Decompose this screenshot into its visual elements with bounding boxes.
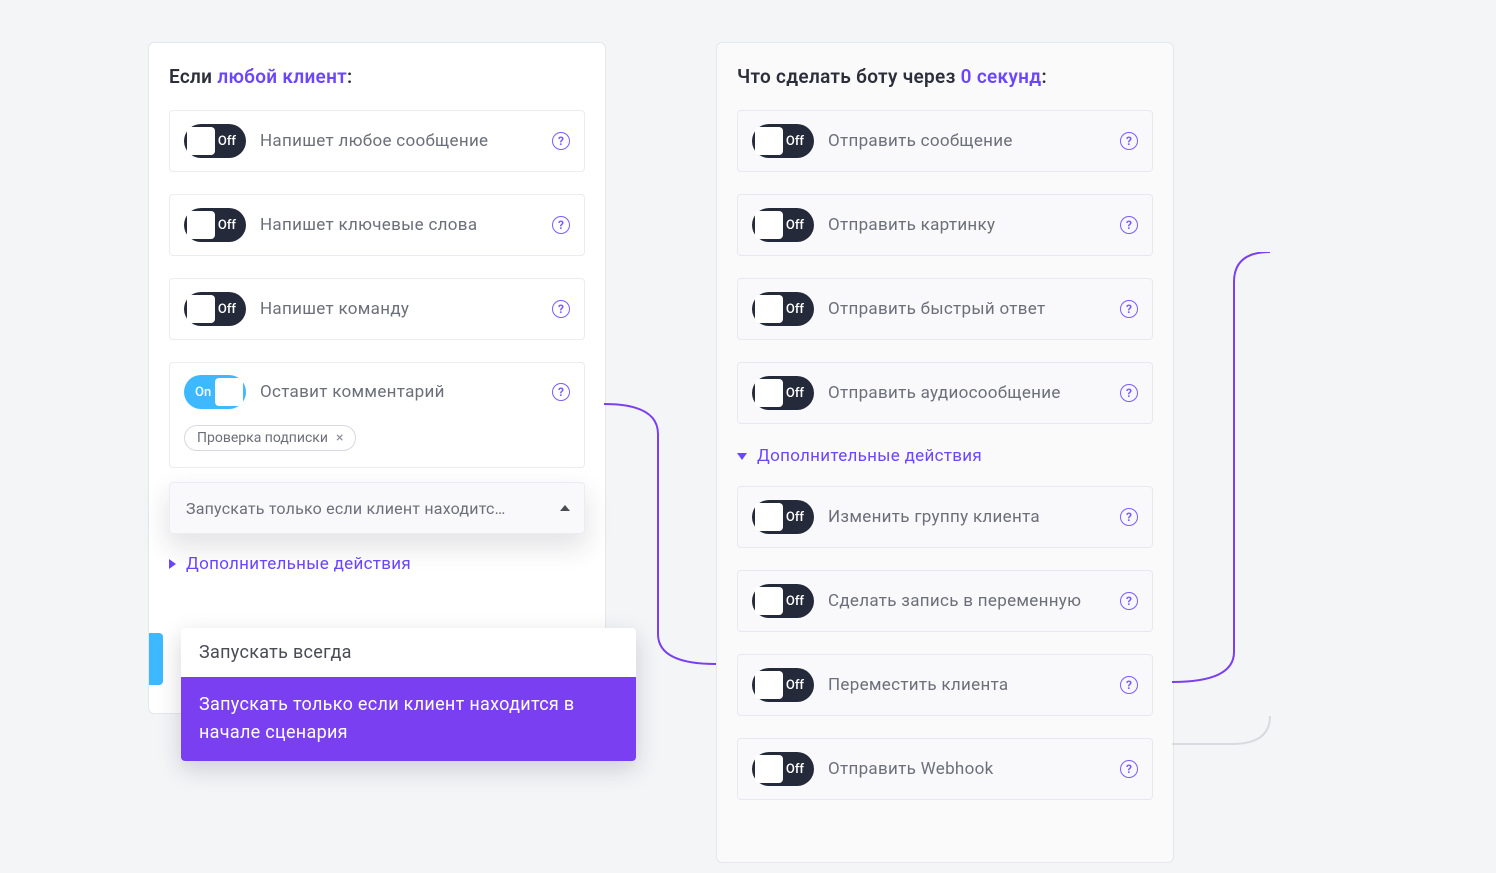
extra-actions-toggle[interactable]: Дополнительные действия <box>169 554 585 574</box>
toggle-state: Off <box>218 302 236 317</box>
toggle-state: Off <box>786 134 804 149</box>
help-icon[interactable]: ? <box>1120 300 1138 318</box>
help-icon[interactable]: ? <box>552 300 570 318</box>
menu-option-at-start[interactable]: Запускать только если клиент находится в… <box>181 677 636 761</box>
menu-option-label: Запускать всегда <box>199 642 352 663</box>
action-quick-reply[interactable]: Off Отправить быстрый ответ ? <box>737 278 1153 340</box>
action-label: Изменить группу клиента <box>828 507 1112 527</box>
trigger-any-message[interactable]: Off Напишет любое сообщение ? <box>169 110 585 172</box>
extra-actions-label: Дополнительные действия <box>757 446 982 466</box>
toggle[interactable]: Off <box>752 752 814 786</box>
toggle[interactable]: Off <box>752 292 814 326</box>
save-edge[interactable] <box>149 633 163 685</box>
action-send-message[interactable]: Off Отправить сообщение ? <box>737 110 1153 172</box>
toggle-state: Off <box>786 386 804 401</box>
trigger-label: Напишет ключевые слова <box>260 215 544 235</box>
help-icon[interactable]: ? <box>1120 676 1138 694</box>
toggle[interactable]: Off <box>752 668 814 702</box>
tag-label: Проверка подписки <box>197 430 328 446</box>
toggle[interactable]: Off <box>752 124 814 158</box>
help-icon[interactable]: ? <box>552 132 570 150</box>
help-icon[interactable]: ? <box>552 383 570 401</box>
toggle[interactable]: Off <box>752 208 814 242</box>
toggle[interactable]: Off <box>184 292 246 326</box>
action-write-variable[interactable]: Off Сделать запись в переменную ? <box>737 570 1153 632</box>
trigger-panel: Если любой клиент: Off Напишет любое соо… <box>148 42 606 714</box>
help-icon[interactable]: ? <box>552 216 570 234</box>
action-send-image[interactable]: Off Отправить картинку ? <box>737 194 1153 256</box>
extra-actions-toggle[interactable]: Дополнительные действия <box>737 446 1153 466</box>
trigger-label: Напишет любое сообщение <box>260 131 544 151</box>
toggle[interactable]: Off <box>184 124 246 158</box>
action-title: Что сделать боту через 0 секунд: <box>737 65 1153 88</box>
help-icon[interactable]: ? <box>1120 592 1138 610</box>
toggle-state: Off <box>218 134 236 149</box>
toggle-state: Off <box>786 762 804 777</box>
action-label: Отправить аудиосообщение <box>828 383 1112 403</box>
title-prefix: Что сделать боту через <box>737 65 961 88</box>
action-label: Отправить быстрый ответ <box>828 299 1112 319</box>
tag-chip[interactable]: Проверка подписки × <box>184 425 356 451</box>
toggle[interactable]: Off <box>752 584 814 618</box>
menu-option-label: Запускать только если клиент находится в… <box>199 694 574 743</box>
toggle-state: Off <box>786 678 804 693</box>
toggle-state: Off <box>786 218 804 233</box>
help-icon[interactable]: ? <box>1120 132 1138 150</box>
toggle-state: Off <box>218 218 236 233</box>
toggle[interactable]: On <box>184 375 246 409</box>
help-icon[interactable]: ? <box>1120 384 1138 402</box>
toggle-state: On <box>195 385 211 400</box>
action-label: Переместить клиента <box>828 675 1112 695</box>
connector-right-out-top <box>1172 252 1272 684</box>
trigger-label: Оставит комментарий <box>260 382 544 402</box>
action-label: Отправить картинку <box>828 215 1112 235</box>
menu-option-always[interactable]: Запускать всегда <box>181 628 636 677</box>
trigger-keywords[interactable]: Off Напишет ключевые слова ? <box>169 194 585 256</box>
help-icon[interactable]: ? <box>1120 216 1138 234</box>
run-mode-dropdown[interactable]: Запускать только если клиент находитс… <box>169 482 585 534</box>
action-panel: Что сделать боту через 0 секунд: Off Отп… <box>716 42 1174 863</box>
title-accent: 0 секунд <box>961 65 1042 88</box>
action-move-client[interactable]: Off Переместить клиента ? <box>737 654 1153 716</box>
extra-actions-label: Дополнительные действия <box>186 554 411 574</box>
action-label: Отправить Webhook <box>828 759 1112 779</box>
trigger-command[interactable]: Off Напишет команду ? <box>169 278 585 340</box>
action-send-webhook[interactable]: Off Отправить Webhook ? <box>737 738 1153 800</box>
trigger-comment-block: On Оставит комментарий ? Проверка подпис… <box>169 362 585 468</box>
close-icon[interactable]: × <box>336 430 343 446</box>
action-change-group[interactable]: Off Изменить группу клиента ? <box>737 486 1153 548</box>
trigger-label: Напишет команду <box>260 299 544 319</box>
help-icon[interactable]: ? <box>1120 508 1138 526</box>
trigger-title: Если любой клиент: <box>169 65 585 88</box>
dropdown-text: Запускать только если клиент находитс… <box>186 499 505 518</box>
title-prefix: Если <box>169 65 217 88</box>
toggle-state: Off <box>786 510 804 525</box>
run-mode-menu: Запускать всегда Запускать только если к… <box>181 628 636 761</box>
toggle-state: Off <box>786 302 804 317</box>
toggle[interactable]: Off <box>752 500 814 534</box>
action-send-audio[interactable]: Off Отправить аудиосообщение ? <box>737 362 1153 424</box>
toggle-state: Off <box>786 594 804 609</box>
help-icon[interactable]: ? <box>1120 760 1138 778</box>
toggle[interactable]: Off <box>752 376 814 410</box>
title-suffix: : <box>1041 65 1046 88</box>
title-suffix: : <box>347 65 352 88</box>
chevron-up-icon <box>560 505 570 511</box>
title-accent: любой клиент <box>217 65 347 88</box>
action-label: Сделать запись в переменную <box>828 591 1112 611</box>
connector-right-out-bottom <box>1172 716 1272 758</box>
toggle[interactable]: Off <box>184 208 246 242</box>
action-label: Отправить сообщение <box>828 131 1112 151</box>
